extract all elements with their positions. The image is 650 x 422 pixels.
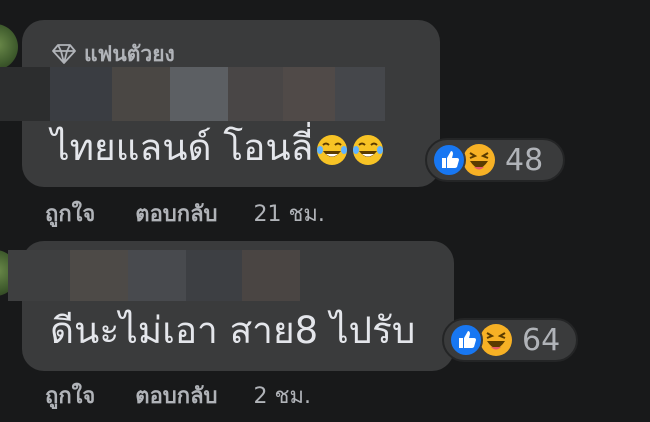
like-reaction-icon <box>432 143 466 177</box>
timestamp-link[interactable]: 2 ชม. <box>254 378 311 413</box>
tears-of-joy-emoji-icon <box>353 134 384 165</box>
pixelated-username[interactable] <box>8 250 300 301</box>
commenter-avatar[interactable] <box>0 24 18 70</box>
reaction-count: 48 <box>505 142 544 178</box>
like-reaction-icon <box>449 323 483 357</box>
timestamp-link[interactable]: 21 ชม. <box>254 196 325 231</box>
pixelated-username[interactable] <box>0 67 385 121</box>
diamond-icon <box>52 44 76 64</box>
comment-actions: ถูกใจ ตอบกลับ 2 ชม. <box>45 380 311 410</box>
comment-actions: ถูกใจ ตอบกลับ 21 ชม. <box>45 198 325 228</box>
reaction-count: 64 <box>522 322 561 358</box>
reply-link[interactable]: ตอบกลับ <box>135 378 217 413</box>
reaction-summary[interactable]: 48 <box>425 138 565 182</box>
reply-link[interactable]: ตอบกลับ <box>135 196 217 231</box>
comment-text: ดีนะไม่เอา สาย8 ไปรับ <box>50 309 416 352</box>
reaction-summary[interactable]: 64 <box>442 318 578 362</box>
top-fan-badge[interactable]: แฟนตัวยง <box>52 40 175 68</box>
like-link[interactable]: ถูกใจ <box>45 196 95 231</box>
badge-label: แฟนตัวยง <box>84 41 175 66</box>
comment-text: ไทยแลนด์ โอนลี่ <box>51 129 385 167</box>
tears-of-joy-emoji-icon <box>317 134 348 165</box>
like-link[interactable]: ถูกใจ <box>45 378 95 413</box>
